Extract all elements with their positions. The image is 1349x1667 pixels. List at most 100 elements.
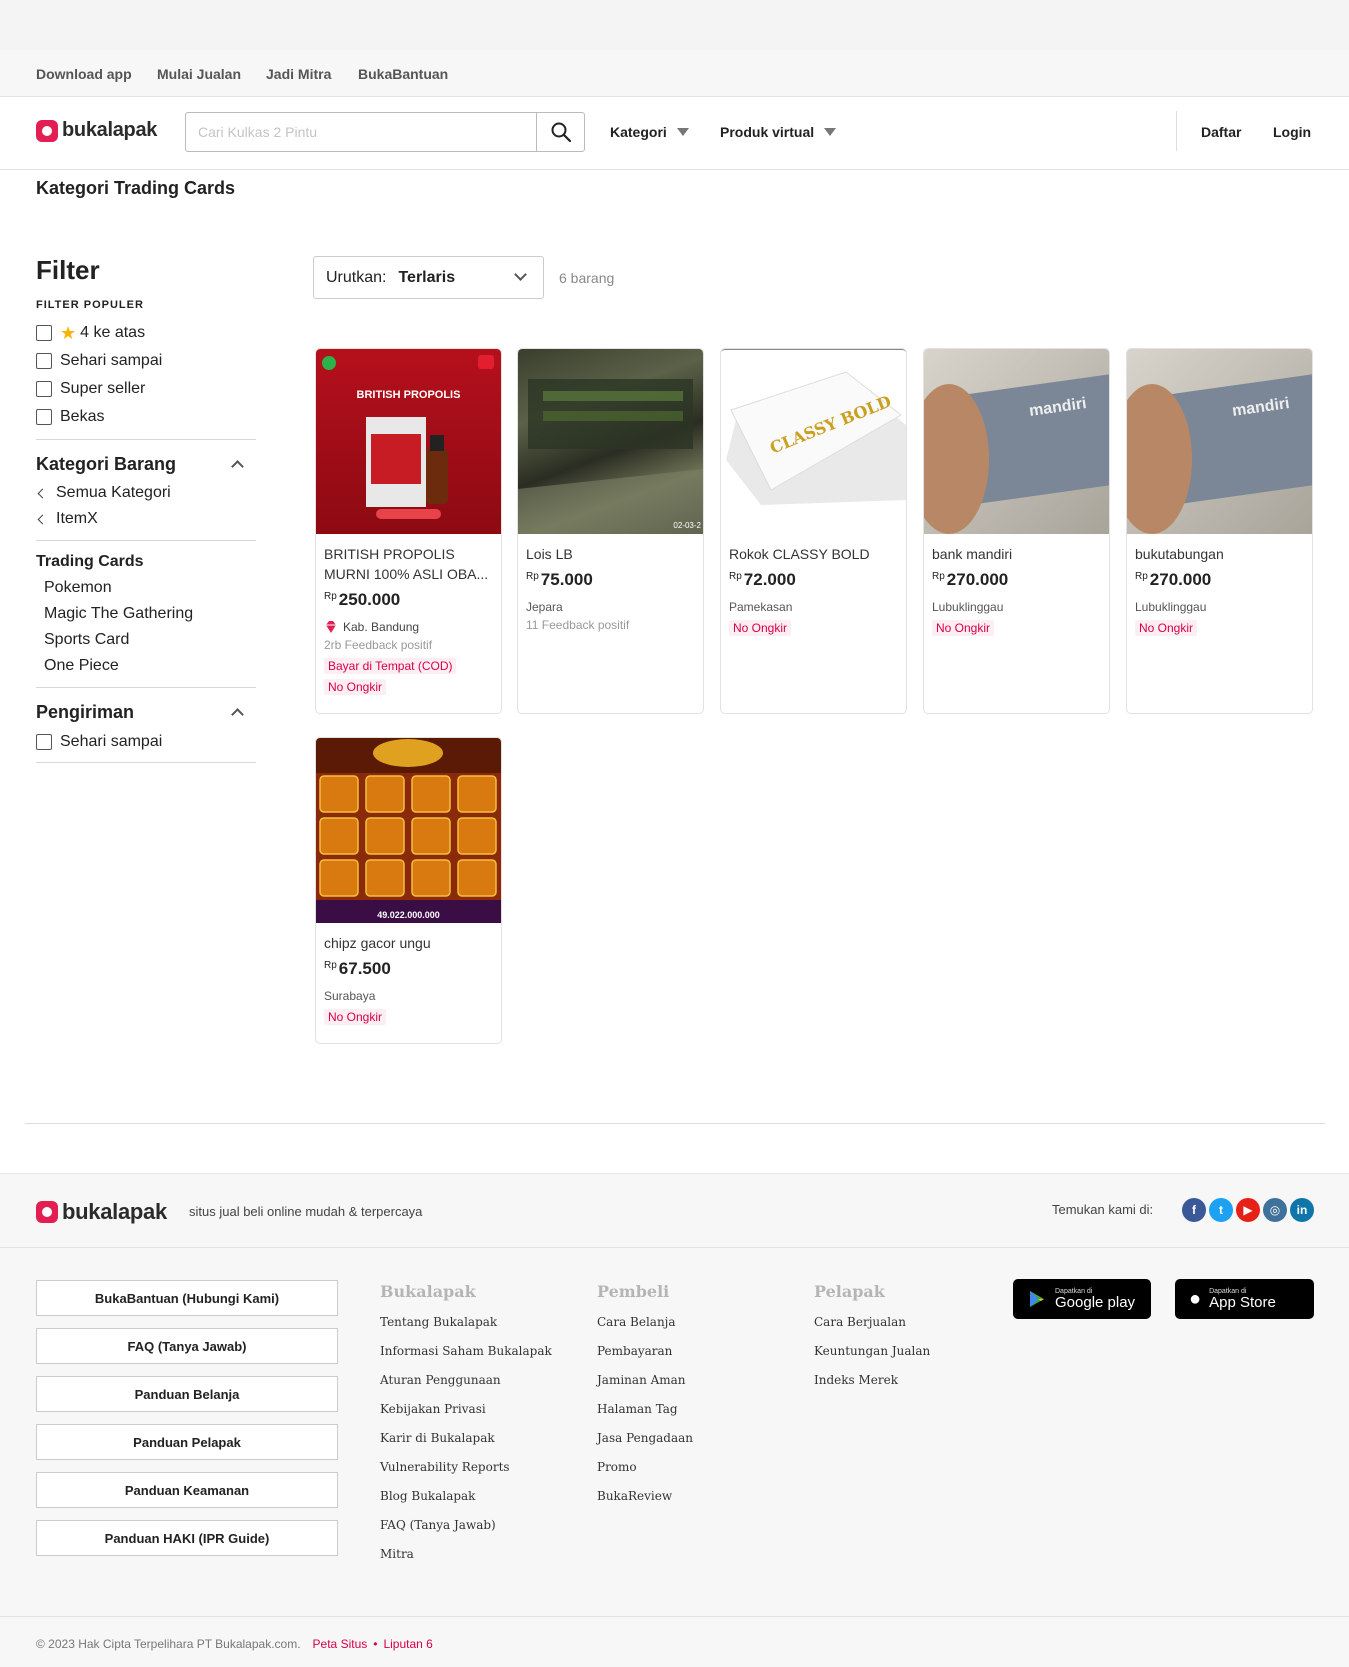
footer-link[interactable]: Promo <box>597 1460 693 1489</box>
search-input[interactable] <box>186 113 536 151</box>
filter-sehari-label: Sehari sampai <box>60 352 163 369</box>
kategori-label: Kategori <box>610 124 667 140</box>
subcategory-pokemon[interactable]: Pokemon <box>36 575 256 601</box>
facebook-icon[interactable]: f <box>1182 1198 1206 1222</box>
footer-link[interactable]: Halaman Tag <box>597 1402 693 1431</box>
peta-situs-link[interactable]: Peta Situs <box>313 1637 368 1651</box>
filter-super-seller-label: Super seller <box>60 380 146 397</box>
itemx-link[interactable]: ItemX <box>36 506 256 532</box>
product-card[interactable]: 02-03-2 Lois LB Rp 75.000 Jepara 11 Feedb… <box>517 348 704 714</box>
store-big-text: Google play <box>1055 1294 1136 1311</box>
bukalapak-logo[interactable]: bukalapak <box>36 119 157 142</box>
classy-image-icon <box>726 371 906 505</box>
search-button[interactable] <box>536 113 584 151</box>
product-price: Rp 75.000 <box>526 570 695 590</box>
sort-value: Terlaris <box>398 268 456 286</box>
subcategory-sports-card[interactable]: Sports Card <box>36 627 256 653</box>
login-link[interactable]: Login <box>1273 124 1311 140</box>
header-divider <box>1176 111 1177 151</box>
footer-link[interactable]: Cara Berjualan <box>814 1315 930 1344</box>
footer-column-title: Bukalapak <box>380 1282 476 1301</box>
footer-link[interactable]: Blog Bukalapak <box>380 1489 552 1518</box>
footer-link[interactable]: Pembayaran <box>597 1344 693 1373</box>
footer-link[interactable]: Indeks Merek <box>814 1373 930 1402</box>
footer-column-title: Pembeli <box>597 1282 670 1301</box>
price-value: 270.000 <box>1149 570 1212 589</box>
footer-link[interactable]: Keuntungan Jualan <box>814 1344 930 1373</box>
footer-link[interactable]: Mitra <box>380 1547 552 1576</box>
price-value: 72.000 <box>743 570 796 589</box>
produk-virtual-dropdown[interactable]: Produk virtual <box>720 124 837 140</box>
itemx-label: ItemX <box>56 510 98 527</box>
footer-link[interactable]: Jasa Pengadaan <box>597 1431 693 1460</box>
product-info: Rokok CLASSY BOLD Rp 72.000 Pamekasan No … <box>721 534 906 645</box>
kategori-dropdown[interactable]: Kategori <box>610 124 689 140</box>
filter-bekas-checkbox[interactable]: Bekas <box>36 403 256 431</box>
kategori-barang-header[interactable]: Kategori Barang <box>36 448 256 480</box>
product-name: bukutabungan <box>1135 546 1224 562</box>
bukabantuan-button[interactable]: BukaBantuan (Hubungi Kami) <box>36 1280 338 1316</box>
twitter-icon[interactable]: t <box>1209 1198 1233 1222</box>
product-image-caption: 49.022.000.000 <box>377 910 440 920</box>
sort-dropdown[interactable]: Urutkan: Terlaris <box>313 256 544 299</box>
product-info: chipz gacor ungu Rp 67.500 Surabaya No On… <box>316 923 501 1034</box>
star-icon: ★ <box>60 323 77 343</box>
footer-logo[interactable]: bukalapak <box>36 1199 167 1225</box>
footer-link[interactable]: Kebijakan Privasi <box>380 1402 552 1431</box>
panduan-keamanan-button[interactable]: Panduan Keamanan <box>36 1472 338 1508</box>
product-image: mandiri <box>1127 349 1312 534</box>
linkedin-icon[interactable]: in <box>1290 1198 1314 1222</box>
footer-link[interactable]: Vulnerability Reports <box>380 1460 552 1489</box>
liputan6-link[interactable]: Liputan 6 <box>383 1637 432 1651</box>
pengiriman-header[interactable]: Pengiriman <box>36 696 256 728</box>
jadi-mitra-link[interactable]: Jadi Mitra <box>266 66 331 82</box>
mulai-jualan-link[interactable]: Mulai Jualan <box>157 66 241 82</box>
app-store-button[interactable]: ● Dapatkan di App Store <box>1175 1279 1314 1319</box>
footer-link[interactable]: Jaminan Aman <box>597 1373 693 1402</box>
subcategory-magic[interactable]: Magic The Gathering <box>36 601 256 627</box>
footer-link[interactable]: Karir di Bukalapak <box>380 1431 552 1460</box>
checkbox-icon <box>36 734 52 750</box>
footer-link[interactable]: Aturan Penggunaan <box>380 1373 552 1402</box>
footer-link[interactable]: Cara Belanja <box>597 1315 693 1344</box>
footer-link[interactable]: BukaReview <box>597 1489 693 1518</box>
product-name: bank mandiri <box>932 546 1013 562</box>
product-name: chipz gacor ungu <box>324 935 431 951</box>
footer-link[interactable]: FAQ (Tanya Jawab) <box>380 1518 552 1547</box>
product-card[interactable]: BRITISH PROPOLIS BRITISH PROPOLIS MURNI … <box>315 348 502 714</box>
panduan-haki-button[interactable]: Panduan HAKI (IPR Guide) <box>36 1520 338 1556</box>
pengiriman-title: Pengiriman <box>36 701 135 722</box>
youtube-icon[interactable]: ▶ <box>1236 1198 1260 1222</box>
filter-sehari-sampai-checkbox[interactable]: Sehari sampai <box>36 347 256 375</box>
google-play-button[interactable]: Dapatkan di Google play <box>1013 1279 1151 1319</box>
product-card[interactable]: mandiri bukutabungan Rp 270.000 Lubukling… <box>1126 348 1313 714</box>
mandiri-card-image-icon <box>924 372 1109 534</box>
no-ongkir-badge: No Ongkir <box>932 620 995 636</box>
panduan-pelapak-button[interactable]: Panduan Pelapak <box>36 1424 338 1460</box>
price-value: 75.000 <box>540 570 593 589</box>
chevron-left-icon <box>37 488 48 498</box>
page-title: Kategori Trading Cards <box>36 178 236 198</box>
caret-down-icon <box>824 128 837 136</box>
pengiriman-sehari-checkbox[interactable]: Sehari sampai <box>36 728 256 756</box>
semua-kategori-link[interactable]: Semua Kategori <box>36 480 256 506</box>
footer-link[interactable]: Informasi Saham Bukalapak <box>380 1344 552 1373</box>
product-card[interactable]: mandiri bank mandiri Rp 270.000 Lubukling… <box>923 348 1110 714</box>
subcategory-one-piece[interactable]: One Piece <box>36 653 256 679</box>
faq-button[interactable]: FAQ (Tanya Jawab) <box>36 1328 338 1364</box>
slot-game-image-icon <box>316 738 501 923</box>
footer-link[interactable]: Tentang Bukalapak <box>380 1315 552 1344</box>
product-card[interactable]: 49.022.000.000 chipz gacor ungu Rp 67.500… <box>315 737 502 1044</box>
checkbox-icon <box>36 381 52 397</box>
checkbox-icon <box>36 353 52 369</box>
bukabantuan-link[interactable]: BukaBantuan <box>358 66 448 82</box>
panduan-belanja-button[interactable]: Panduan Belanja <box>36 1376 338 1412</box>
download-app-link[interactable]: Download app <box>36 66 132 82</box>
chevron-down-icon <box>514 268 527 281</box>
product-card[interactable]: CLASSY BOLD Rokok CLASSY BOLD Rp 72.000 P… <box>720 348 907 714</box>
copyright-row: © 2023 Hak Cipta Terpelihara PT Bukalapa… <box>36 1637 433 1651</box>
daftar-link[interactable]: Daftar <box>1201 124 1241 140</box>
instagram-icon[interactable]: ◎ <box>1263 1198 1287 1222</box>
filter-super-seller-checkbox[interactable]: Super seller <box>36 375 256 403</box>
filter-rating-4-checkbox[interactable]: ★ 4 ke atas <box>36 319 256 347</box>
